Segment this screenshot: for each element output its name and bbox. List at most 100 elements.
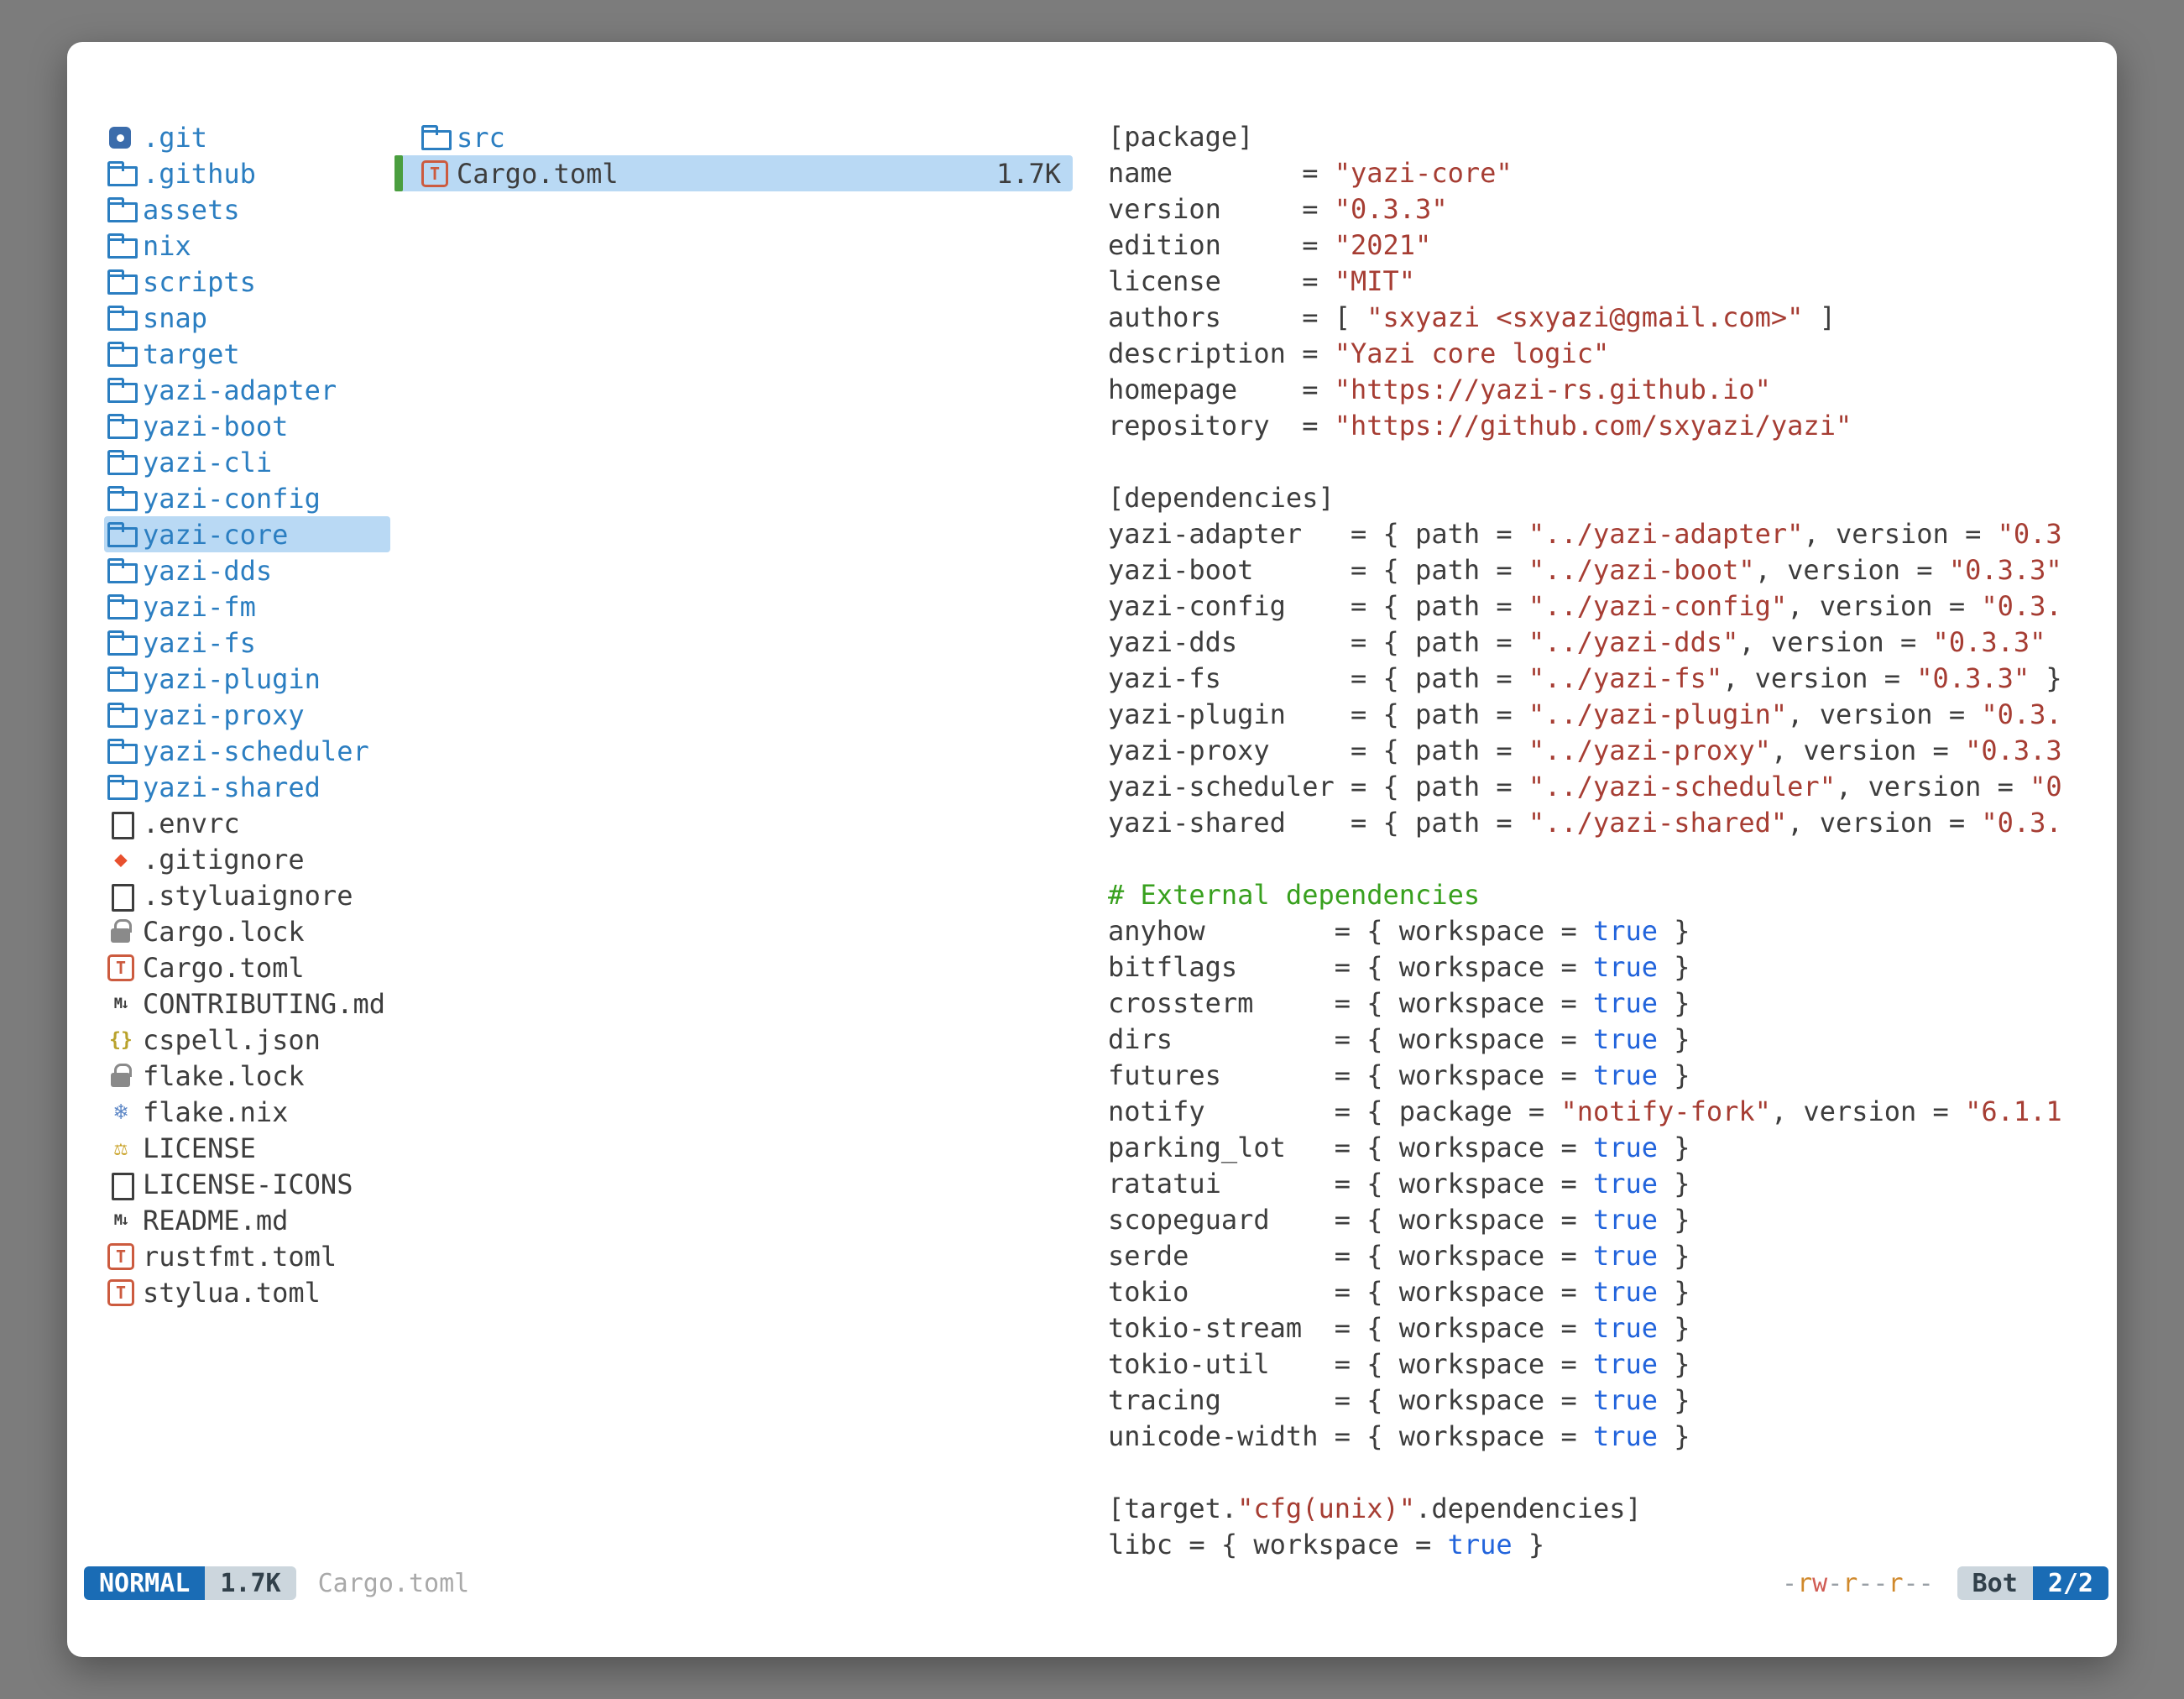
preview-line: serde = { workspace = true } [1108, 1238, 2103, 1274]
preview-line: tokio = { workspace = true } [1108, 1274, 2103, 1310]
file-name: Cargo.toml [457, 158, 619, 190]
file-row-yazi-plugin[interactable]: yazi-plugin [104, 661, 390, 697]
file-row-license[interactable]: LICENSE [104, 1130, 390, 1166]
current-directory-pane: src Cargo.toml 1.7K [394, 119, 1073, 1565]
file-row-git[interactable]: .git [104, 119, 390, 155]
file-name: README.md [143, 1205, 288, 1236]
file-row-yazi-shared[interactable]: yazi-shared [104, 769, 390, 805]
file-name: .git [143, 122, 207, 154]
file-row-yazi-core[interactable]: yazi-core [104, 516, 390, 552]
preview-line: license = "MIT" [1108, 264, 2103, 300]
folder-icon [106, 552, 136, 588]
file-row-yazi-config[interactable]: yazi-config [104, 480, 390, 516]
lock-icon [106, 1058, 136, 1094]
file-row-styluaignore[interactable]: .styluaignore [104, 877, 390, 913]
file-row-target[interactable]: target [104, 336, 390, 372]
status-bar: NORMAL 1.7K Cargo.toml -rw-r--r-- Bot 2/… [84, 1566, 2108, 1600]
preview-line: description = "Yazi core logic" [1108, 336, 2103, 372]
folder-icon [106, 408, 136, 444]
file-row-cargo-toml[interactable]: Cargo.toml 1.7K [394, 155, 1073, 191]
preview-line: tracing = { workspace = true } [1108, 1383, 2103, 1419]
parent-directory-pane: .git .github assets nix scripts snap tar… [104, 119, 390, 1565]
git-diamond-icon [106, 841, 136, 877]
preview-line: authors = [ "sxyazi <sxyazi@gmail.com>" … [1108, 300, 2103, 336]
preview-line: yazi-plugin = { path = "../yazi-plugin",… [1108, 697, 2103, 733]
file-name: .envrc [143, 808, 240, 839]
doc-icon [106, 1166, 136, 1202]
file-row-yazi-fs[interactable]: yazi-fs [104, 625, 390, 661]
file-row-yazi-cli[interactable]: yazi-cli [104, 444, 390, 480]
doc-icon [106, 877, 136, 913]
file-name: yazi-config [143, 483, 321, 515]
folder-icon [106, 480, 136, 516]
mode-indicator: NORMAL [84, 1566, 205, 1600]
file-permissions: -rw-r--r-- [1782, 1569, 1934, 1598]
toml-icon [106, 949, 136, 985]
file-name: nix [143, 230, 191, 262]
file-row-contributing-md[interactable]: CONTRIBUTING.md [104, 985, 390, 1022]
file-name: flake.lock [143, 1060, 305, 1092]
file-size-indicator: 1.7K [205, 1566, 295, 1600]
file-row-src[interactable]: src [394, 119, 1073, 155]
folder-icon [106, 625, 136, 661]
preview-line: edition = "2021" [1108, 227, 2103, 264]
preview-line [1108, 841, 2103, 877]
file-name: Cargo.toml [143, 952, 305, 984]
file-row-snap[interactable]: snap [104, 300, 390, 336]
file-row-yazi-dds[interactable]: yazi-dds [104, 552, 390, 588]
file-row-nix[interactable]: nix [104, 227, 390, 264]
yazi-file-manager-window: .git .github assets nix scripts snap tar… [67, 42, 2117, 1657]
file-row-assets[interactable]: assets [104, 191, 390, 227]
folder-icon [106, 588, 136, 625]
folder-icon [106, 227, 136, 264]
preview-line: # External dependencies [1108, 877, 2103, 913]
file-name: yazi-core [143, 519, 288, 551]
file-row-yazi-fm[interactable]: yazi-fm [104, 588, 390, 625]
file-row-cargo-toml[interactable]: Cargo.toml [104, 949, 390, 985]
file-row-scripts[interactable]: scripts [104, 264, 390, 300]
file-row-rustfmt-toml[interactable]: rustfmt.toml [104, 1238, 390, 1274]
preview-line: bitflags = { workspace = true } [1108, 949, 2103, 985]
lock-icon [106, 913, 136, 949]
file-name: Cargo.lock [143, 916, 305, 948]
file-row-yazi-proxy[interactable]: yazi-proxy [104, 697, 390, 733]
file-row-readme-md[interactable]: README.md [104, 1202, 390, 1238]
file-name: assets [143, 194, 240, 226]
file-name: cspell.json [143, 1024, 321, 1056]
file-row-yazi-adapter[interactable]: yazi-adapter [104, 372, 390, 408]
file-name: LICENSE-ICONS [143, 1168, 353, 1200]
file-name: CONTRIBUTING.md [143, 988, 385, 1020]
file-row-gitignore[interactable]: .gitignore [104, 841, 390, 877]
file-counter: 2/2 [2033, 1566, 2108, 1600]
file-row-envrc[interactable]: .envrc [104, 805, 390, 841]
file-name: yazi-adapter [143, 374, 337, 406]
file-name: stylua.toml [143, 1277, 321, 1309]
file-row-flake-nix[interactable]: flake.nix [104, 1094, 390, 1130]
file-row-cargo-lock[interactable]: Cargo.lock [104, 913, 390, 949]
preview-line [1108, 444, 2103, 480]
doc-icon [106, 805, 136, 841]
preview-line: [dependencies] [1108, 480, 2103, 516]
toml-icon [420, 155, 450, 191]
preview-line: unicode-width = { workspace = true } [1108, 1419, 2103, 1455]
file-row-github[interactable]: .github [104, 155, 390, 191]
file-row-cspell-json[interactable]: cspell.json [104, 1022, 390, 1058]
preview-line: yazi-config = { path = "../yazi-config",… [1108, 588, 2103, 625]
preview-line: repository = "https://github.com/sxyazi/… [1108, 408, 2103, 444]
markdown-icon [106, 985, 136, 1022]
file-row-flake-lock[interactable]: flake.lock [104, 1058, 390, 1094]
file-row-license-icons[interactable]: LICENSE-ICONS [104, 1166, 390, 1202]
folder-icon [106, 336, 136, 372]
file-name: yazi-fm [143, 591, 256, 623]
markdown-icon [106, 1202, 136, 1238]
selection-bar [394, 155, 403, 191]
file-name: yazi-scheduler [143, 735, 369, 767]
folder-icon [106, 697, 136, 733]
file-name: .gitignore [143, 844, 305, 876]
toml-icon [106, 1238, 136, 1274]
file-row-yazi-scheduler[interactable]: yazi-scheduler [104, 733, 390, 769]
file-row-stylua-toml[interactable]: stylua.toml [104, 1274, 390, 1310]
preview-line: crossterm = { workspace = true } [1108, 985, 2103, 1022]
folder-icon [106, 769, 136, 805]
file-row-yazi-boot[interactable]: yazi-boot [104, 408, 390, 444]
